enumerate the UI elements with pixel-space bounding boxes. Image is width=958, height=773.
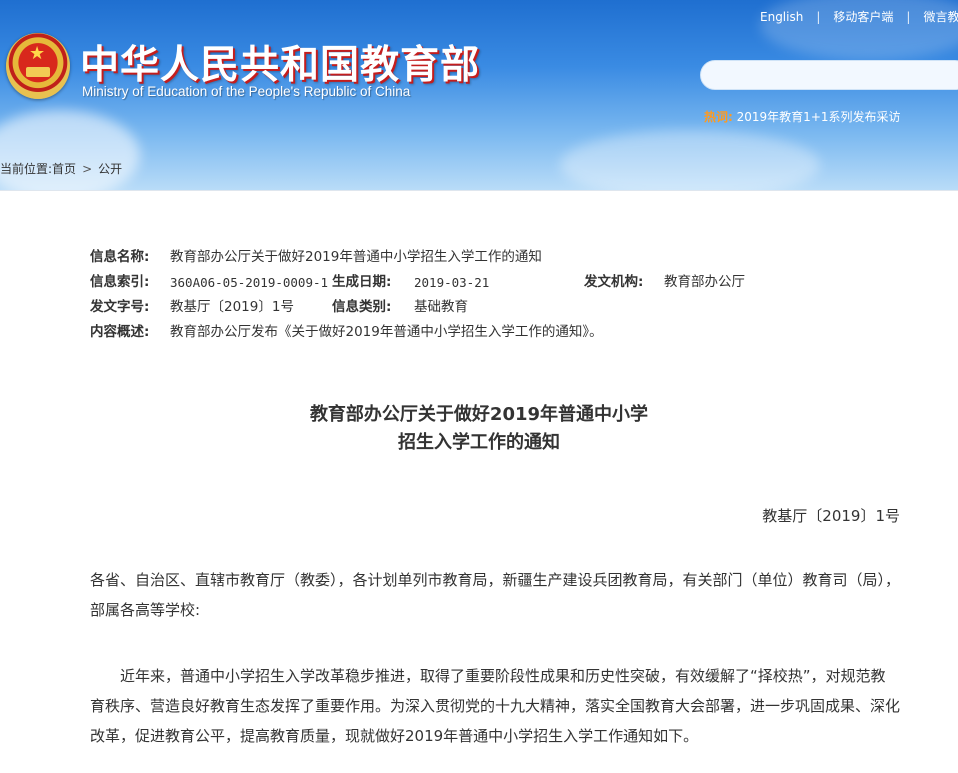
document-title: 教育部办公厅关于做好2019年普通中小学 招生入学工作的通知 <box>0 401 958 457</box>
cloud-decoration <box>0 110 140 190</box>
addressee-paragraph: 各省、自治区、直辖市教育厅（教委），各计划单列市教育局，新疆生产建设兵团教育局，… <box>90 571 901 619</box>
article-content: 信息名称: 教育部办公厅关于做好2019年普通中小学招生入学工作的通知 信息索引… <box>0 190 958 773</box>
hot-words: 热词: 2019年教育1+1系列发布采访 <box>704 108 901 125</box>
breadcrumb-prefix: 当前位置: <box>0 162 53 176</box>
site-subtitle: Ministry of Education of the People's Re… <box>82 84 411 99</box>
summary-value: 教育部办公厅发布《关于做好2019年普通中小学招生入学工作的通知》。 <box>170 324 603 340</box>
separator: | <box>816 10 821 24</box>
breadcrumb-separator: > <box>82 162 93 176</box>
breadcrumb-public[interactable]: 公开 <box>98 162 122 176</box>
document-title-line-2: 招生入学工作的通知 <box>398 432 560 453</box>
hot-word-link[interactable]: 2019年教育1+1系列发布采访 <box>737 110 901 124</box>
national-emblem-logo[interactable]: ★ <box>6 33 70 99</box>
breadcrumb: 当前位置:首页 > 公开 <box>0 160 122 177</box>
org-value: 教育部办公厅 <box>664 274 745 290</box>
info-name-label: 信息名称: <box>90 249 150 265</box>
weibo-link[interactable]: 微言教育 <box>923 10 958 24</box>
category-label: 信息类别: <box>332 299 392 315</box>
org-label: 发文机构: <box>584 274 644 290</box>
english-link[interactable]: English <box>760 10 803 24</box>
docno-label: 发文字号: <box>90 299 150 315</box>
cloud-decoration <box>560 130 820 190</box>
top-links: English | 移动客户端 | 微言教育 <box>760 8 958 25</box>
docno-value: 教基厅〔2019〕1号 <box>170 299 294 315</box>
info-index-value: 360A06-05-2019-0009-1 <box>170 275 329 290</box>
site-title[interactable]: 中华人民共和国教育部 <box>80 34 480 90</box>
search-box[interactable] <box>700 60 958 91</box>
info-name-value: 教育部办公厅关于做好2019年普通中小学招生入学工作的通知 <box>170 249 542 265</box>
info-index-label: 信息索引: <box>90 274 150 290</box>
breadcrumb-home[interactable]: 首页 <box>52 162 76 176</box>
document-title-line-1: 教育部办公厅关于做好2019年普通中小学 <box>309 404 649 425</box>
separator: | <box>906 10 911 24</box>
hot-words-label: 热词: <box>704 110 733 124</box>
date-label: 生成日期: <box>332 274 392 290</box>
category-value: 基础教育 <box>414 299 468 315</box>
summary-label: 内容概述: <box>90 324 150 340</box>
search-input[interactable] <box>715 61 958 91</box>
document-number: 教基厅〔2019〕1号 <box>762 507 900 525</box>
mobile-client-link[interactable]: 移动客户端 <box>833 10 893 24</box>
body-paragraph: 近年来，普通中小学招生入学改革稳步推进，取得了重要阶段性成果和历史性突破，有效缓… <box>90 667 901 745</box>
date-value: 2019-03-21 <box>414 275 490 290</box>
site-header: ★ 中华人民共和国教育部 Ministry of Education of th… <box>0 0 958 190</box>
